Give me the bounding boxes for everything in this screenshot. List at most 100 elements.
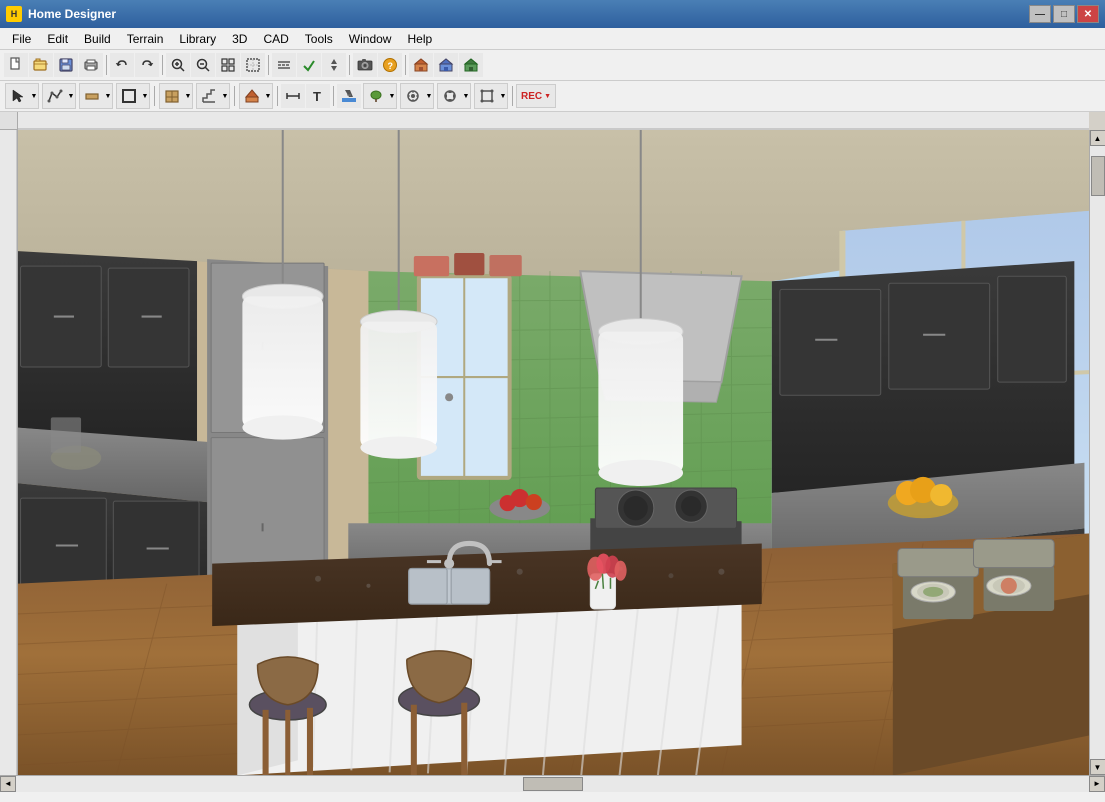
minimize-button[interactable]: — (1029, 5, 1051, 23)
menu-3d[interactable]: 3D (224, 30, 255, 48)
viewport-container: // This is just decorative, rendered via… (0, 112, 1105, 780)
canvas-area[interactable] (18, 130, 1089, 775)
print-button[interactable] (79, 53, 103, 77)
object-dropdown[interactable]: ▼ (425, 84, 433, 108)
kitchen-3d-scene (18, 130, 1089, 775)
menu-bar: File Edit Build Terrain Library 3D CAD T… (0, 28, 1105, 50)
arrows-button[interactable] (322, 53, 346, 77)
menu-library[interactable]: Library (171, 30, 224, 48)
svg-text:T: T (313, 89, 321, 104)
toolbar1-row: ? (0, 50, 1105, 80)
house-view1-button[interactable] (409, 53, 433, 77)
stairs-button[interactable] (197, 84, 221, 108)
wall-button[interactable] (80, 84, 104, 108)
record-dropdown-arrow[interactable]: ▼ (544, 93, 551, 100)
svg-text:?: ? (388, 61, 394, 71)
zoom-fit-button[interactable] (216, 53, 240, 77)
wall-dropdown[interactable]: ▼ (104, 84, 112, 108)
house-view3-button[interactable] (459, 53, 483, 77)
menu-build[interactable]: Build (76, 30, 119, 48)
toolbar2: ▼ ▼ ▼ ▼ ▼ (0, 81, 1105, 112)
ruler-left (0, 130, 18, 775)
dimension-button[interactable] (281, 84, 305, 108)
scrollbar-right: ▲ ▼ (1089, 130, 1105, 775)
scroll-thumb-right[interactable] (1091, 156, 1105, 196)
menu-file[interactable]: File (4, 30, 39, 48)
camera-button[interactable] (353, 53, 377, 77)
close-button[interactable]: ✕ (1077, 5, 1099, 23)
plant-tool-group: ▼ (363, 83, 397, 109)
text-button[interactable]: T (306, 84, 330, 108)
room-tool-group: ▼ (116, 83, 150, 109)
scroll-left-button[interactable]: ◄ (0, 776, 16, 792)
menu-terrain[interactable]: Terrain (119, 30, 172, 48)
scroll-track-right[interactable] (1090, 146, 1105, 759)
menu-cad[interactable]: CAD (255, 30, 296, 48)
open-button[interactable] (29, 53, 53, 77)
move-dropdown[interactable]: ▼ (462, 84, 470, 108)
move-button[interactable] (438, 84, 462, 108)
rulers-row: // This is just decorative, rendered via… (0, 112, 1105, 130)
app-icon: H (6, 6, 22, 22)
ref-floors-button[interactable] (272, 53, 296, 77)
scroll-up-button[interactable]: ▲ (1090, 130, 1105, 146)
scroll-track-bottom[interactable] (16, 776, 1089, 792)
house-view2-button[interactable] (434, 53, 458, 77)
move-tool-group: ▼ (437, 83, 471, 109)
cabinet-tool-group: ▼ (159, 83, 193, 109)
plant-button[interactable] (364, 84, 388, 108)
cabinet-button[interactable] (160, 84, 184, 108)
select-tool-group: ▼ (5, 83, 39, 109)
plant-dropdown[interactable]: ▼ (388, 84, 396, 108)
polyline-dropdown[interactable]: ▼ (67, 84, 75, 108)
transform-button[interactable] (475, 84, 499, 108)
zoom-out-button[interactable] (191, 53, 215, 77)
new-button[interactable] (4, 53, 28, 77)
main-area: ▲ ▼ (0, 130, 1105, 775)
roof-tool-button[interactable] (240, 84, 264, 108)
room-dropdown[interactable]: ▼ (141, 84, 149, 108)
select-button[interactable] (6, 84, 30, 108)
object-button[interactable] (401, 84, 425, 108)
room-button[interactable] (117, 84, 141, 108)
help-button[interactable]: ? (378, 53, 402, 77)
roof-tool-group: ▼ (239, 83, 273, 109)
check-button[interactable] (297, 53, 321, 77)
toolbar2-row: ▼ ▼ ▼ ▼ ▼ (0, 81, 1105, 111)
stairs-tool-group: ▼ (196, 83, 230, 109)
title-bar: H Home Designer — □ ✕ (0, 0, 1105, 28)
select-dropdown[interactable]: ▼ (30, 84, 38, 108)
ruler-corner (0, 112, 18, 130)
window-title: Home Designer (28, 7, 1029, 21)
menu-tools[interactable]: Tools (297, 30, 341, 48)
roof-dropdown[interactable]: ▼ (264, 84, 272, 108)
record-button[interactable]: REC ▼ (516, 84, 556, 108)
scroll-right-button[interactable]: ► (1089, 776, 1105, 792)
scroll-thumb-bottom[interactable] (523, 777, 583, 791)
menu-window[interactable]: Window (341, 30, 400, 48)
window-controls: — □ ✕ (1029, 5, 1099, 23)
cabinet-dropdown[interactable]: ▼ (184, 84, 192, 108)
save-button[interactable] (54, 53, 78, 77)
toolbar1: ? (0, 50, 1105, 81)
fill-button[interactable] (337, 84, 361, 108)
polyline-tool-group: ▼ (42, 83, 76, 109)
redo-button[interactable] (135, 53, 159, 77)
wall-tool-group: ▼ (79, 83, 113, 109)
zoom-in-button[interactable] (166, 53, 190, 77)
transform-dropdown[interactable]: ▼ (499, 84, 507, 108)
ruler-top-spacer (1089, 112, 1105, 130)
zoom-box-button[interactable] (241, 53, 265, 77)
ruler-top: // This is just decorative, rendered via… (18, 112, 1089, 130)
maximize-button[interactable]: □ (1053, 5, 1075, 23)
menu-edit[interactable]: Edit (39, 30, 76, 48)
stairs-dropdown[interactable]: ▼ (221, 84, 229, 108)
undo-button[interactable] (110, 53, 134, 77)
bottom-scrollbar: ◄ ► (0, 775, 1105, 791)
record-label: REC (521, 91, 542, 102)
polyline-button[interactable] (43, 84, 67, 108)
scroll-down-button[interactable]: ▼ (1090, 759, 1105, 775)
object-tool-group: ▼ (400, 83, 434, 109)
transform-tool-group: ▼ (474, 83, 508, 109)
menu-help[interactable]: Help (399, 30, 440, 48)
